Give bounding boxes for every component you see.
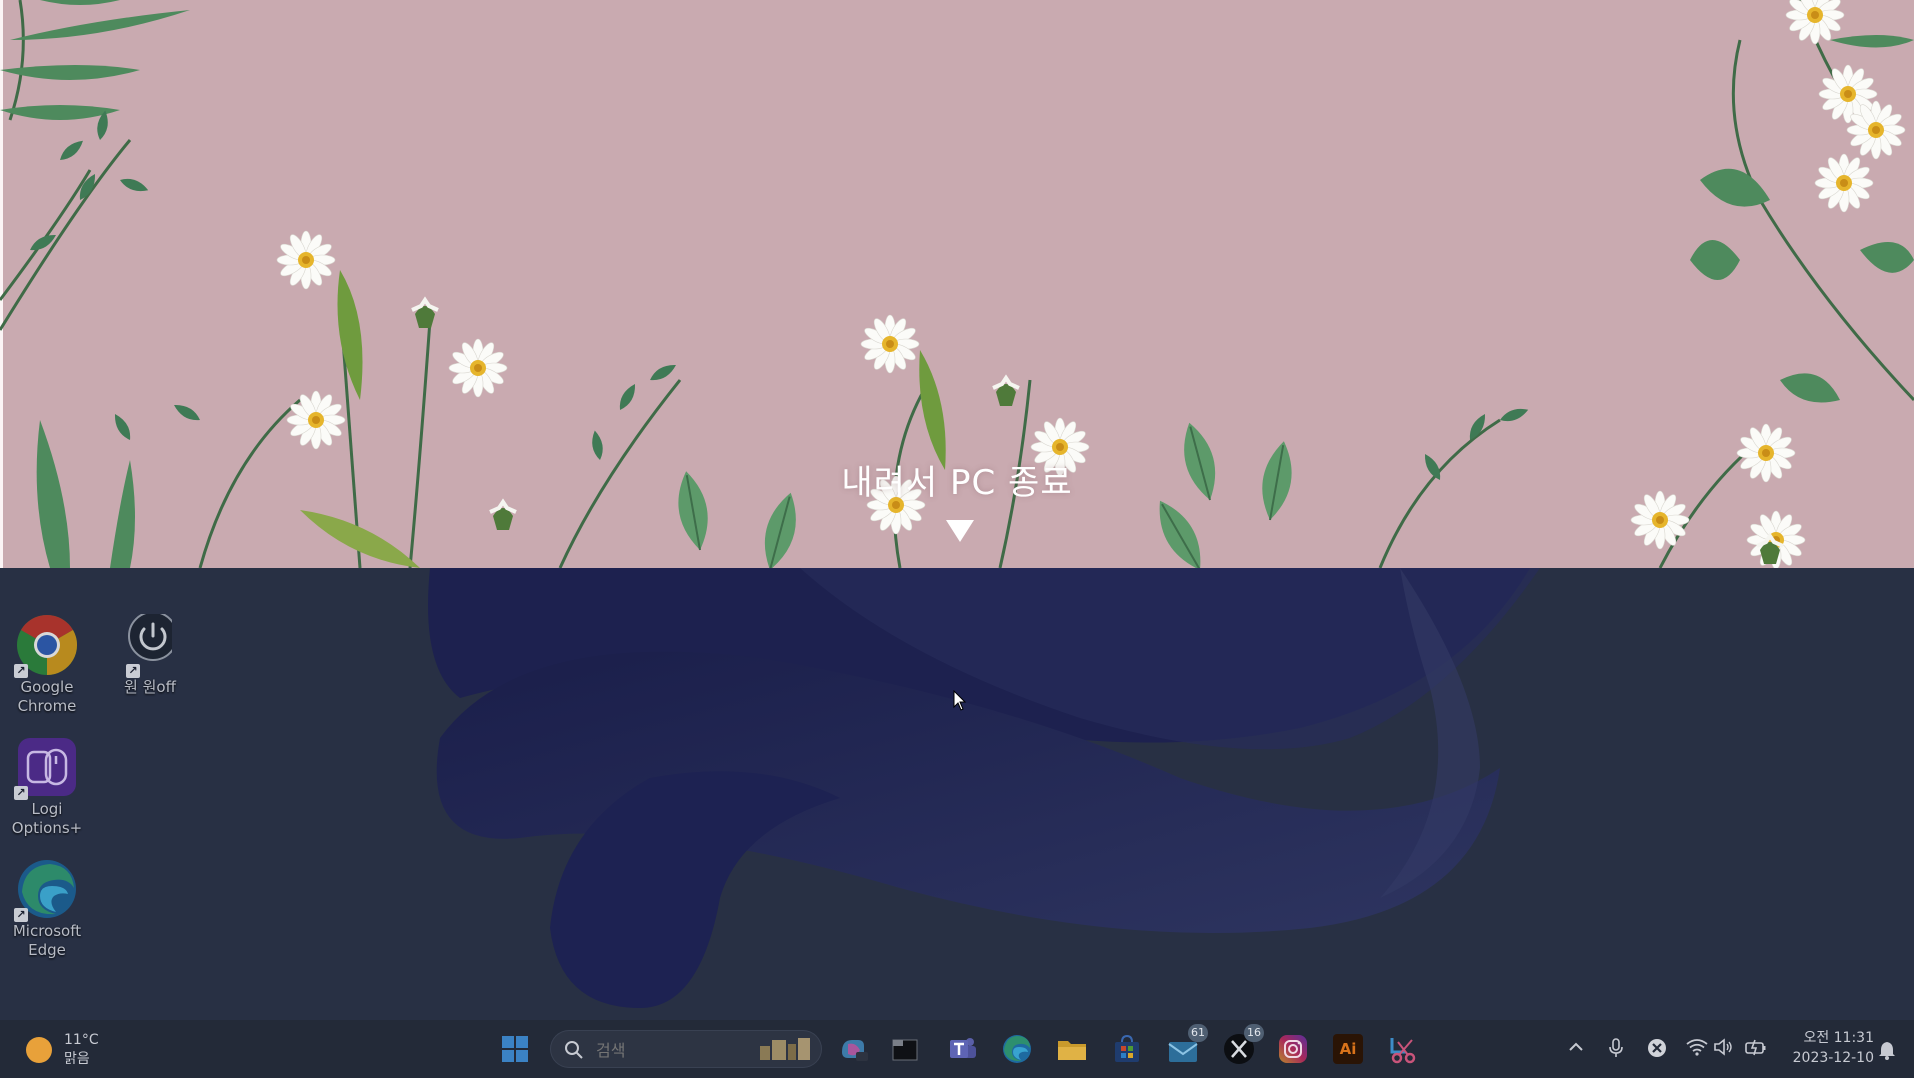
copilot-icon bbox=[842, 1040, 868, 1061]
notification-bell-icon[interactable] bbox=[1878, 1040, 1896, 1060]
desktop-icon-power-off[interactable]: ↗ 원 원off bbox=[98, 611, 184, 697]
terminal-icon bbox=[892, 1039, 918, 1061]
snipping-tool-button[interactable] bbox=[1386, 1032, 1420, 1066]
windows-logo-icon bbox=[502, 1036, 528, 1062]
wifi-icon[interactable] bbox=[1686, 1038, 1708, 1056]
desktop-icon-logi-options[interactable]: ↗ Logi Options+ bbox=[4, 736, 90, 838]
shortcut-arrow-icon: ↗ bbox=[14, 786, 28, 800]
weather-temperature: 11°C bbox=[64, 1032, 99, 1048]
slide-to-shutdown-panel[interactable]: 내려서 PC 종료 bbox=[0, 0, 1914, 568]
mail-button[interactable]: 61 bbox=[1166, 1024, 1208, 1066]
sun-icon bbox=[26, 1037, 52, 1063]
search-highlight-icon bbox=[760, 1038, 810, 1060]
snipping-icon bbox=[1390, 1038, 1416, 1064]
clock-date: 2023-12-10 bbox=[1792, 1050, 1874, 1066]
search-input[interactable] bbox=[594, 1038, 738, 1062]
edge-icon: ↗ bbox=[14, 858, 78, 922]
desktop[interactable]: ▔▔▔▔▔▔▔ ▔▔ ▔▔▔▔▔▔ ↗ Google Chrome ↗ 원 원 bbox=[0, 568, 1914, 1020]
power-icon: ↗ bbox=[110, 611, 178, 678]
store-icon bbox=[1115, 1034, 1139, 1062]
shortcut-arrow-icon: ↗ bbox=[126, 664, 140, 678]
instagram-icon bbox=[1279, 1035, 1307, 1063]
clock-time: 오전 11:31 bbox=[1803, 1030, 1874, 1046]
chevron-up-icon[interactable] bbox=[1567, 1038, 1585, 1056]
desktop-icon-chrome[interactable]: ↗ Google Chrome bbox=[4, 614, 90, 716]
x-button[interactable]: 16 bbox=[1222, 1024, 1264, 1066]
illustrator-icon: Ai bbox=[1333, 1034, 1363, 1064]
cut-off-icon-label: ▔▔▔▔▔▔ bbox=[862, 568, 922, 574]
weather-widget[interactable]: 11°C 맑음 bbox=[26, 1030, 99, 1070]
slide-to-shutdown-prompt: 내려서 PC 종료 bbox=[841, 463, 1073, 503]
taskbar-clock[interactable]: 오전 11:31 2023-12-10 bbox=[1784, 1028, 1874, 1068]
desktop-icon-label: 원 원off bbox=[124, 678, 176, 696]
terminal-button[interactable] bbox=[889, 1032, 923, 1066]
file-explorer-button[interactable] bbox=[1055, 1032, 1089, 1066]
desktop-icon-edge[interactable]: ↗ Microsoft Edge bbox=[4, 858, 90, 960]
battery-icon[interactable] bbox=[1745, 1038, 1767, 1056]
illustrator-label: Ai bbox=[1339, 1040, 1357, 1058]
shortcut-arrow-icon: ↗ bbox=[14, 908, 28, 922]
taskbar-search-box[interactable] bbox=[550, 1030, 822, 1068]
teams-icon bbox=[950, 1038, 976, 1058]
microphone-icon[interactable] bbox=[1608, 1038, 1624, 1058]
shortcut-arrow-icon: ↗ bbox=[14, 664, 28, 678]
instagram-button[interactable] bbox=[1276, 1032, 1310, 1066]
desktop-icon-label: Microsoft Edge bbox=[12, 922, 82, 959]
cut-off-icon-label: ▔▔ bbox=[128, 568, 148, 574]
mouse-cursor-icon bbox=[953, 690, 967, 711]
desktop-icon-label: Google Chrome bbox=[17, 678, 77, 715]
logi-options-icon: ↗ bbox=[14, 736, 78, 800]
x-badge: 16 bbox=[1244, 1024, 1264, 1042]
cut-off-icon-label: ▔▔▔▔▔▔▔ bbox=[4, 568, 74, 574]
slide-down-arrow-icon bbox=[946, 520, 974, 542]
start-button[interactable] bbox=[498, 1032, 532, 1066]
copilot-button[interactable] bbox=[836, 1032, 870, 1066]
mail-badge: 61 bbox=[1188, 1024, 1208, 1042]
edge-icon bbox=[1003, 1035, 1031, 1063]
desktop-icon-label: Logi Options+ bbox=[11, 800, 83, 837]
teams-button[interactable] bbox=[946, 1032, 980, 1066]
folder-icon bbox=[1058, 1041, 1086, 1060]
weather-condition: 맑음 bbox=[64, 1051, 90, 1067]
chrome-icon: ↗ bbox=[14, 614, 78, 678]
windows-bloom-wallpaper bbox=[428, 568, 1540, 1008]
search-icon bbox=[565, 1041, 583, 1059]
volume-icon[interactable] bbox=[1713, 1038, 1733, 1056]
illustrator-button[interactable]: Ai bbox=[1331, 1032, 1365, 1066]
store-button[interactable] bbox=[1110, 1032, 1144, 1066]
close-circle-icon[interactable] bbox=[1647, 1038, 1667, 1058]
taskbar: 11°C 맑음 검색 61 16 Ai 오전 11:31 2023-12-10 bbox=[0, 1020, 1914, 1078]
edge-button[interactable] bbox=[1000, 1032, 1034, 1066]
